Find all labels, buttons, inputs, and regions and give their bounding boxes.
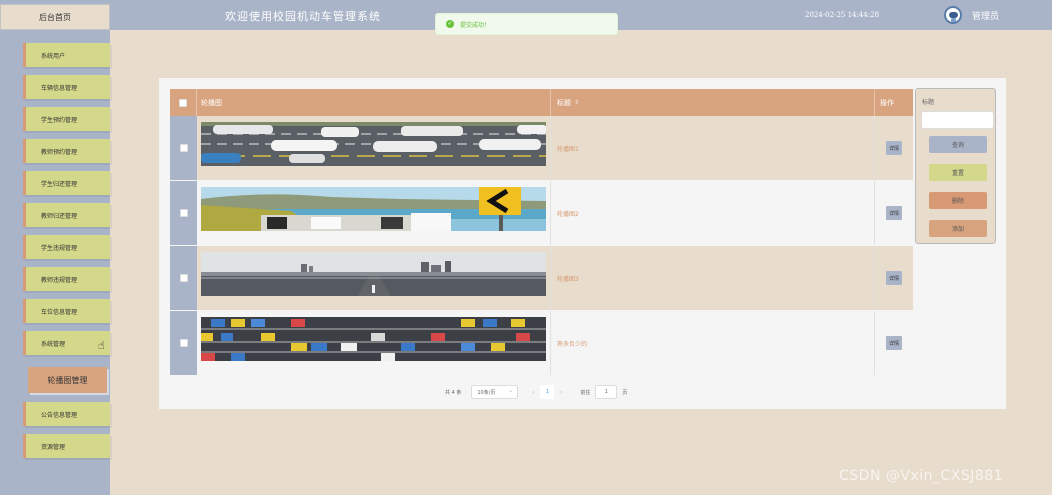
row-check-cell <box>170 246 197 310</box>
sidebar-item-system-admin[interactable]: 系统管理 <box>23 331 110 355</box>
row-title: 熟多负少的 <box>551 311 875 375</box>
page-size-select[interactable]: 10条/页 <box>471 385 519 399</box>
detail-button[interactable]: 详情 <box>886 141 902 155</box>
row-check-cell <box>170 116 197 180</box>
app-title: 欢迎使用校园机动车管理系统 <box>225 10 381 23</box>
row-title: 轮播图2 <box>551 181 875 245</box>
success-toast: ✓ 提交成功！ <box>435 13 618 35</box>
row-check-cell <box>170 311 197 375</box>
pagination-total: 共 4 条 <box>445 389 462 396</box>
toast-message: 提交成功！ <box>460 21 491 29</box>
row-action-cell: 详情 <box>875 116 913 180</box>
search-title-label: 标题 <box>922 99 935 106</box>
check-circle-icon: ✓ <box>446 20 454 28</box>
search-card: 标题 查询 重置 删除 添加 <box>915 88 996 244</box>
table-row: 轮播图2 详情 <box>170 181 913 245</box>
delete-button[interactable]: 删除 <box>929 192 987 209</box>
sidebar-item-student-violation[interactable]: 学生违规管理 <box>23 235 110 259</box>
column-action-label: 操作 <box>880 98 894 107</box>
sidebar-item-teacher-violation[interactable]: 教师违规管理 <box>23 267 110 291</box>
prev-page-icon[interactable]: ‹ <box>526 385 540 399</box>
carousel-image-coast-road <box>201 187 546 231</box>
carousel-image-highway <box>201 122 546 166</box>
query-button[interactable]: 查询 <box>929 136 987 153</box>
carousel-image-parking <box>201 317 546 361</box>
sidebar-item-carousel[interactable]: 轮播图管理 <box>28 367 107 393</box>
column-title[interactable]: 标题 ⇕ <box>551 89 875 116</box>
row-image-cell <box>197 116 551 180</box>
page-number-current[interactable]: 1 <box>540 385 555 399</box>
pagination: 共 4 条 10条/页 ‹ 1 › 前往 1 页 <box>445 384 627 400</box>
sort-icon[interactable]: ⇕ <box>574 99 579 106</box>
column-image: 轮播图 <box>197 89 551 116</box>
sidebar-item-teacher-booking[interactable]: 教师预约管理 <box>23 139 110 163</box>
next-page-icon[interactable]: › <box>554 385 568 399</box>
row-check-cell <box>170 181 197 245</box>
sidebar-item-student-booking[interactable]: 学生预约管理 <box>23 107 110 131</box>
row-action-cell: 详情 <box>875 246 913 310</box>
carousel-image-city-road <box>201 252 546 296</box>
row-checkbox[interactable] <box>179 274 188 282</box>
row-checkbox[interactable] <box>179 144 188 152</box>
sidebar-item-teacher-return[interactable]: 教师归还管理 <box>23 203 110 227</box>
sidebar-item-announcements[interactable]: 公告信息管理 <box>23 402 110 426</box>
row-image-cell <box>197 311 551 375</box>
row-title: 轮播图3 <box>551 246 875 310</box>
detail-button[interactable]: 详情 <box>886 271 902 285</box>
detail-button[interactable]: 详情 <box>886 206 902 220</box>
column-action: 操作 <box>875 89 913 116</box>
datetime-display: 2024-02-25 14:44:28 <box>805 11 880 19</box>
column-image-label: 轮播图 <box>201 98 222 107</box>
table-row: 轮播图3 详情 <box>170 246 913 310</box>
table-row: 轮播图1 详情 <box>170 116 913 180</box>
hand-cursor-icon: ☝ <box>98 339 105 352</box>
row-image-cell <box>197 246 551 310</box>
table-header: 轮播图 标题 ⇕ 操作 <box>170 89 913 116</box>
watermark-text: CSDN @Vxin_CXSJ881 <box>839 468 1004 484</box>
sidebar-item-student-return[interactable]: 学生归还管理 <box>23 171 110 195</box>
select-all-checkbox[interactable] <box>179 98 187 107</box>
sidebar-item-resources[interactable]: 资源管理 <box>23 434 110 458</box>
detail-button[interactable]: 详情 <box>886 336 902 350</box>
sidebar-item-system-users[interactable]: 系统用户 <box>23 43 110 67</box>
row-checkbox[interactable] <box>179 209 188 217</box>
reset-button[interactable]: 重置 <box>929 164 987 181</box>
row-action-cell: 详情 <box>875 311 913 375</box>
goto-page-input[interactable]: 1 <box>595 385 618 399</box>
goto-suffix: 页 <box>622 389 628 396</box>
sidebar-item-vehicle-info[interactable]: 车辆信息管理 <box>23 75 110 99</box>
row-image-cell <box>197 181 551 245</box>
row-title: 轮播图1 <box>551 116 875 180</box>
home-tab[interactable]: 后台首页 <box>0 4 110 30</box>
row-action-cell: 详情 <box>875 181 913 245</box>
select-all-cell <box>170 89 197 116</box>
add-button[interactable]: 添加 <box>929 220 987 237</box>
row-checkbox[interactable] <box>179 339 188 347</box>
user-avatar[interactable] <box>944 6 962 24</box>
user-role-label[interactable]: 管理员 <box>972 9 999 22</box>
goto-page: 前往 1 页 <box>580 385 627 399</box>
goto-prefix: 前往 <box>580 389 591 396</box>
column-title-label: 标题 <box>557 98 571 107</box>
sidebar-item-parking-info[interactable]: 车位信息管理 <box>23 299 110 323</box>
search-title-input[interactable] <box>921 111 994 129</box>
table-row: 熟多负少的 详情 <box>170 311 913 375</box>
